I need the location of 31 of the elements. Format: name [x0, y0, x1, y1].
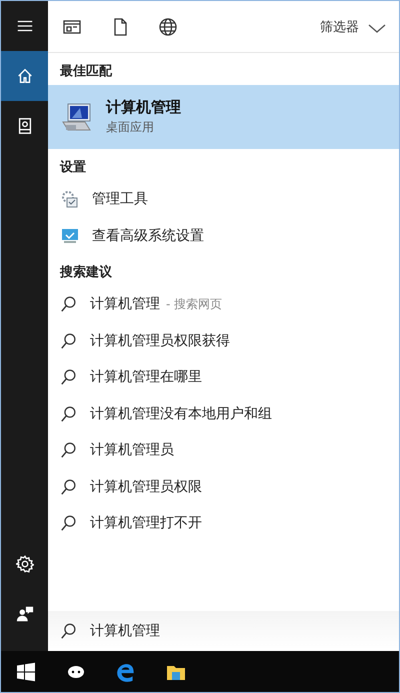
best-match-item[interactable]: 计算机管理 桌面应用 [48, 85, 399, 149]
suggestion-item[interactable]: 计算机管理员权限 [48, 468, 399, 505]
item-title: 计算机管理 [106, 98, 181, 117]
globe-icon[interactable] [158, 16, 178, 36]
search-icon [60, 404, 78, 424]
settings-item[interactable]: 查看高级系统设置 [48, 218, 399, 254]
suggestion-item[interactable]: 计算机管理员 [48, 432, 399, 468]
suggestion-item[interactable]: 计算机管理没有本地用户和组 [48, 396, 399, 432]
section-heading: 搜索建议 [58, 264, 113, 282]
settings-item[interactable]: 管理工具 [48, 181, 399, 218]
web-search-hint: - 搜索网页 [166, 296, 222, 313]
suggestion-item[interactable]: 计算机管理 - 搜索网页 [48, 286, 399, 322]
item-subtitle: 桌面应用 [106, 119, 155, 136]
filter-dropdown[interactable]: 筛选器 [320, 14, 387, 40]
section-heading: 最佳匹配 [59, 63, 114, 81]
search-icon [60, 330, 78, 351]
suggestion-item[interactable]: 计算机管理员权限获得 [48, 322, 399, 359]
windows-start-icon[interactable] [16, 662, 36, 682]
search-icon [60, 440, 78, 460]
search-icon [60, 621, 78, 641]
search-icon [60, 294, 78, 314]
search-icon [60, 367, 78, 388]
feedback-icon[interactable] [16, 605, 34, 623]
gear-icon [60, 189, 80, 210]
suggestion-item[interactable]: 计算机管理在哪里 [48, 359, 399, 396]
home-icon[interactable] [16, 67, 34, 85]
section-heading: 设置 [58, 159, 87, 177]
settings-icon[interactable] [16, 555, 34, 573]
suggestion-item[interactable]: 计算机管理打不开 [48, 505, 399, 542]
search-icon [60, 513, 78, 534]
search-icon [60, 476, 78, 497]
